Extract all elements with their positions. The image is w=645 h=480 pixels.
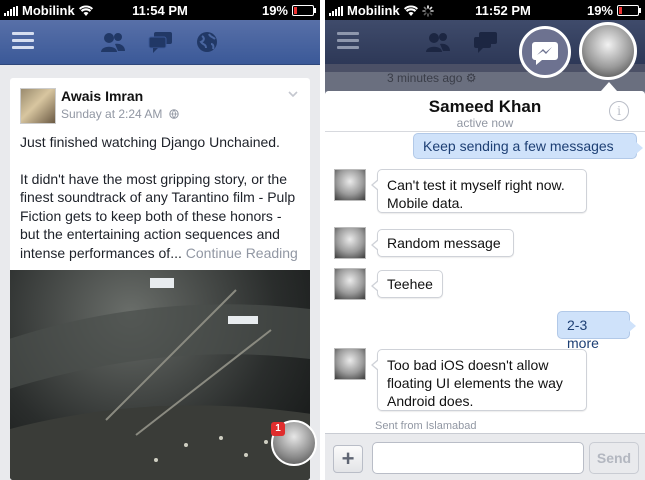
message-bubble-incoming[interactable]: Teehee bbox=[371, 270, 443, 298]
messages-icon[interactable] bbox=[473, 30, 499, 54]
post-paragraph: It didn't have the most gripping story, … bbox=[20, 170, 302, 263]
message-input[interactable] bbox=[372, 442, 584, 474]
message-bubble-incoming[interactable]: Random message bbox=[371, 229, 514, 257]
friend-requests-icon[interactable] bbox=[100, 30, 126, 54]
left-screen: Mobilink 11:54 PM 19% Awais Imran Sunday… bbox=[0, 0, 320, 480]
settings-cog-icon: ⚙ bbox=[465, 71, 477, 85]
contact-status: active now bbox=[456, 116, 514, 130]
feed-post: Awais Imran Sunday at 2:24 AM Just finis… bbox=[10, 78, 310, 480]
right-screen: Mobilink 11:52 PM 19% 3 minutes ago ⚙ Sa… bbox=[325, 0, 645, 480]
friend-requests-icon[interactable] bbox=[425, 30, 451, 54]
post-timestamp[interactable]: Sunday at 2:24 AM bbox=[61, 107, 162, 121]
battery-icon bbox=[292, 5, 316, 16]
battery: 19% bbox=[261, 3, 316, 18]
send-button[interactable]: Send bbox=[589, 442, 639, 474]
chat-window: Sameed Khan active now i Keep sending a … bbox=[325, 91, 645, 480]
feed-timestamp: 3 minutes ago ⚙ bbox=[387, 71, 477, 85]
add-attachment-button[interactable]: + bbox=[333, 445, 363, 473]
menu-icon[interactable] bbox=[337, 32, 359, 50]
post-author[interactable]: Awais Imran bbox=[61, 88, 143, 104]
messenger-chat-head[interactable] bbox=[519, 26, 571, 78]
message-composer: + Send bbox=[325, 433, 645, 480]
battery: 19% bbox=[586, 3, 641, 18]
author-avatar[interactable] bbox=[20, 88, 56, 124]
post-meta: Sunday at 2:24 AM bbox=[61, 107, 179, 121]
contact-avatar[interactable] bbox=[334, 348, 366, 380]
contact-name[interactable]: Sameed Khan bbox=[325, 97, 645, 117]
status-bar: Mobilink 11:54 PM 19% bbox=[0, 0, 320, 20]
contact-chat-head[interactable] bbox=[579, 22, 637, 80]
message-bubble-incoming[interactable]: Can't test it myself right now. Mobile d… bbox=[371, 169, 587, 213]
photo-scene bbox=[10, 278, 310, 480]
contact-avatar[interactable] bbox=[334, 169, 366, 201]
facebook-nav-bar bbox=[0, 20, 320, 65]
active-head-pointer bbox=[601, 82, 617, 91]
feed-timestamp-text: 3 minutes ago bbox=[387, 71, 463, 85]
battery-percent: 19% bbox=[261, 3, 288, 18]
message-bubble-incoming[interactable]: Too bad iOS doesn't allow floating UI el… bbox=[371, 349, 587, 411]
battery-icon bbox=[617, 5, 641, 16]
messages-icon[interactable] bbox=[148, 30, 174, 54]
post-body: Just finished watching Django Unchained.… bbox=[20, 133, 302, 280]
info-icon[interactable]: i bbox=[609, 101, 629, 121]
sent-location: Sent from Islamabad bbox=[375, 420, 477, 432]
post-photo[interactable] bbox=[10, 270, 310, 480]
contact-avatar[interactable] bbox=[334, 268, 366, 300]
notifications-globe-icon[interactable] bbox=[194, 30, 220, 54]
message-bubble-outgoing[interactable]: Keep sending a few messages bbox=[413, 133, 643, 159]
unread-badge: 1 bbox=[271, 422, 285, 436]
message-bubble-outgoing[interactable]: 2-3 more bbox=[557, 311, 636, 351]
contact-avatar[interactable] bbox=[334, 227, 366, 259]
messenger-icon bbox=[532, 42, 558, 65]
chevron-down-icon[interactable] bbox=[288, 91, 298, 97]
chat-header: Sameed Khan active now i bbox=[325, 91, 645, 132]
status-bar: Mobilink 11:52 PM 19% bbox=[325, 0, 645, 20]
message-thread[interactable]: Keep sending a few messages Can't test i… bbox=[325, 132, 645, 433]
battery-percent: 19% bbox=[586, 3, 613, 18]
continue-reading-link[interactable]: Continue Reading bbox=[186, 245, 298, 261]
privacy-globe-icon bbox=[169, 109, 179, 119]
menu-icon[interactable] bbox=[12, 32, 34, 50]
post-paragraph: Just finished watching Django Unchained. bbox=[20, 134, 280, 150]
